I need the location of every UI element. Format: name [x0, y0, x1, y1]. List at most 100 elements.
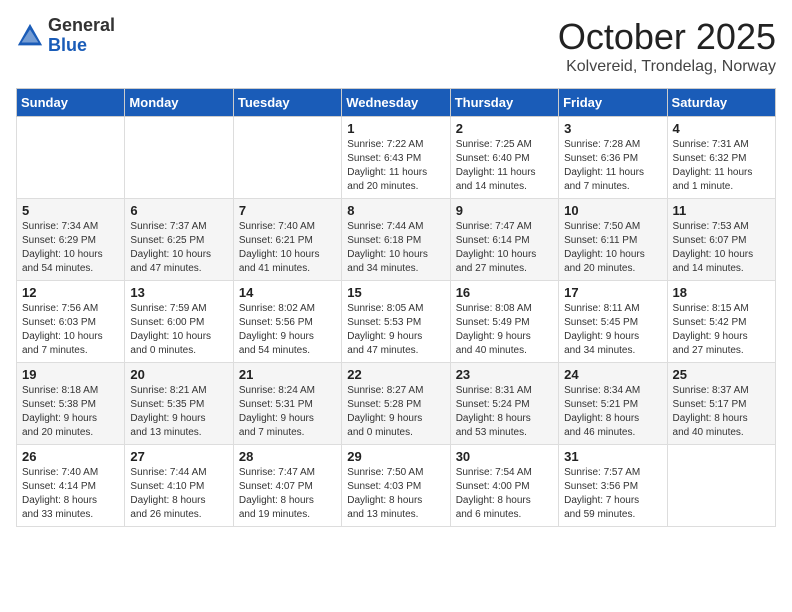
- cell-content: Sunrise: 8:02 AM Sunset: 5:56 PM Dayligh…: [239, 302, 336, 358]
- day-number: 30: [456, 449, 553, 464]
- day-number: 25: [673, 367, 770, 382]
- cell-content: Sunrise: 7:37 AM Sunset: 6:25 PM Dayligh…: [130, 220, 227, 276]
- cell-content: Sunrise: 7:47 AM Sunset: 4:07 PM Dayligh…: [239, 466, 336, 522]
- calendar-cell: [125, 117, 233, 199]
- day-number: 2: [456, 121, 553, 136]
- cell-content: Sunrise: 7:40 AM Sunset: 6:21 PM Dayligh…: [239, 220, 336, 276]
- calendar-cell: 31 Sunrise: 7:57 AM Sunset: 3:56 PM Dayli…: [559, 445, 667, 527]
- day-number: 31: [564, 449, 661, 464]
- calendar-cell: 10 Sunrise: 7:50 AM Sunset: 6:11 PM Dayli…: [559, 199, 667, 281]
- calendar-week-row: 12 Sunrise: 7:56 AM Sunset: 6:03 PM Dayli…: [17, 281, 776, 363]
- cell-content: Sunrise: 8:24 AM Sunset: 5:31 PM Dayligh…: [239, 384, 336, 440]
- calendar-cell: 18Sunrise: 8:15 AM Sunset: 5:42 PM Dayli…: [667, 281, 775, 363]
- day-number: 16: [456, 285, 553, 300]
- calendar-week-row: 19 Sunrise: 8:18 AM Sunset: 5:38 PM Dayli…: [17, 363, 776, 445]
- cell-content: Sunrise: 7:47 AM Sunset: 6:14 PM Dayligh…: [456, 220, 553, 276]
- calendar-cell: [17, 117, 125, 199]
- calendar-cell: 28Sunrise: 7:47 AM Sunset: 4:07 PM Dayli…: [233, 445, 341, 527]
- weekday-header: Friday: [559, 89, 667, 117]
- cell-content: Sunrise: 8:31 AM Sunset: 5:24 PM Dayligh…: [456, 384, 553, 440]
- day-number: 14: [239, 285, 336, 300]
- weekday-header: Thursday: [450, 89, 558, 117]
- day-number: 13: [130, 285, 227, 300]
- calendar-cell: 24Sunrise: 8:34 AM Sunset: 5:21 PM Dayli…: [559, 363, 667, 445]
- calendar-cell: 7 Sunrise: 7:40 AM Sunset: 6:21 PM Daylig…: [233, 199, 341, 281]
- calendar-cell: 11Sunrise: 7:53 AM Sunset: 6:07 PM Dayli…: [667, 199, 775, 281]
- cell-content: Sunrise: 7:31 AM Sunset: 6:32 PM Dayligh…: [673, 138, 770, 194]
- calendar-cell: 20Sunrise: 8:21 AM Sunset: 5:35 PM Dayli…: [125, 363, 233, 445]
- weekday-header: Wednesday: [342, 89, 450, 117]
- cell-content: Sunrise: 8:18 AM Sunset: 5:38 PM Dayligh…: [22, 384, 119, 440]
- cell-content: Sunrise: 7:22 AM Sunset: 6:43 PM Dayligh…: [347, 138, 444, 194]
- day-number: 3: [564, 121, 661, 136]
- calendar-week-row: 1 Sunrise: 7:22 AM Sunset: 6:43 PM Daylig…: [17, 117, 776, 199]
- calendar-cell: 14 Sunrise: 8:02 AM Sunset: 5:56 PM Dayli…: [233, 281, 341, 363]
- cell-content: Sunrise: 7:56 AM Sunset: 6:03 PM Dayligh…: [22, 302, 119, 358]
- weekday-header: Saturday: [667, 89, 775, 117]
- calendar-cell: 3Sunrise: 7:28 AM Sunset: 6:36 PM Daylig…: [559, 117, 667, 199]
- cell-content: Sunrise: 7:57 AM Sunset: 3:56 PM Dayligh…: [564, 466, 661, 522]
- calendar-cell: 15 Sunrise: 8:05 AM Sunset: 5:53 PM Dayli…: [342, 281, 450, 363]
- day-number: 5: [22, 203, 119, 218]
- page-header: General Blue October 2025 Kolvereid, Tro…: [16, 16, 776, 76]
- calendar-week-row: 5 Sunrise: 7:34 AM Sunset: 6:29 PM Daylig…: [17, 199, 776, 281]
- day-number: 27: [130, 449, 227, 464]
- calendar-cell: 17 Sunrise: 8:11 AM Sunset: 5:45 PM Dayli…: [559, 281, 667, 363]
- day-number: 6: [130, 203, 227, 218]
- calendar-cell: [233, 117, 341, 199]
- month-title: October 2025: [558, 16, 776, 58]
- calendar-cell: 21 Sunrise: 8:24 AM Sunset: 5:31 PM Dayli…: [233, 363, 341, 445]
- calendar-cell: 25 Sunrise: 8:37 AM Sunset: 5:17 PM Dayli…: [667, 363, 775, 445]
- calendar-cell: 12 Sunrise: 7:56 AM Sunset: 6:03 PM Dayli…: [17, 281, 125, 363]
- logo-icon: [16, 22, 44, 50]
- calendar-cell: 6 Sunrise: 7:37 AM Sunset: 6:25 PM Daylig…: [125, 199, 233, 281]
- logo-text: General Blue: [48, 16, 115, 56]
- cell-content: Sunrise: 7:44 AM Sunset: 4:10 PM Dayligh…: [130, 466, 227, 522]
- day-number: 10: [564, 203, 661, 218]
- day-number: 26: [22, 449, 119, 464]
- weekday-header-row: SundayMondayTuesdayWednesdayThursdayFrid…: [17, 89, 776, 117]
- cell-content: Sunrise: 7:44 AM Sunset: 6:18 PM Dayligh…: [347, 220, 444, 276]
- day-number: 21: [239, 367, 336, 382]
- day-number: 23: [456, 367, 553, 382]
- calendar-cell: 30 Sunrise: 7:54 AM Sunset: 4:00 PM Dayli…: [450, 445, 558, 527]
- calendar-cell: 22Sunrise: 8:27 AM Sunset: 5:28 PM Dayli…: [342, 363, 450, 445]
- day-number: 9: [456, 203, 553, 218]
- logo: General Blue: [16, 16, 115, 56]
- weekday-header: Monday: [125, 89, 233, 117]
- day-number: 29: [347, 449, 444, 464]
- cell-content: Sunrise: 8:11 AM Sunset: 5:45 PM Dayligh…: [564, 302, 661, 358]
- weekday-header: Tuesday: [233, 89, 341, 117]
- calendar-cell: 29Sunrise: 7:50 AM Sunset: 4:03 PM Dayli…: [342, 445, 450, 527]
- calendar-cell: 9 Sunrise: 7:47 AM Sunset: 6:14 PM Daylig…: [450, 199, 558, 281]
- day-number: 12: [22, 285, 119, 300]
- day-number: 17: [564, 285, 661, 300]
- calendar-cell: 23 Sunrise: 8:31 AM Sunset: 5:24 PM Dayli…: [450, 363, 558, 445]
- calendar-cell: 19 Sunrise: 8:18 AM Sunset: 5:38 PM Dayli…: [17, 363, 125, 445]
- day-number: 15: [347, 285, 444, 300]
- day-number: 1: [347, 121, 444, 136]
- calendar-table: SundayMondayTuesdayWednesdayThursdayFrid…: [16, 88, 776, 527]
- cell-content: Sunrise: 7:34 AM Sunset: 6:29 PM Dayligh…: [22, 220, 119, 276]
- calendar-cell: 4 Sunrise: 7:31 AM Sunset: 6:32 PM Daylig…: [667, 117, 775, 199]
- cell-content: Sunrise: 7:54 AM Sunset: 4:00 PM Dayligh…: [456, 466, 553, 522]
- day-number: 22: [347, 367, 444, 382]
- cell-content: Sunrise: 8:15 AM Sunset: 5:42 PM Dayligh…: [673, 302, 770, 358]
- day-number: 19: [22, 367, 119, 382]
- cell-content: Sunrise: 8:37 AM Sunset: 5:17 PM Dayligh…: [673, 384, 770, 440]
- calendar-cell: 26 Sunrise: 7:40 AM Sunset: 4:14 PM Dayli…: [17, 445, 125, 527]
- day-number: 7: [239, 203, 336, 218]
- cell-content: Sunrise: 7:50 AM Sunset: 6:11 PM Dayligh…: [564, 220, 661, 276]
- day-number: 11: [673, 203, 770, 218]
- day-number: 20: [130, 367, 227, 382]
- calendar-cell: 8Sunrise: 7:44 AM Sunset: 6:18 PM Daylig…: [342, 199, 450, 281]
- logo-blue: Blue: [48, 36, 115, 56]
- cell-content: Sunrise: 8:05 AM Sunset: 5:53 PM Dayligh…: [347, 302, 444, 358]
- cell-content: Sunrise: 7:25 AM Sunset: 6:40 PM Dayligh…: [456, 138, 553, 194]
- day-number: 4: [673, 121, 770, 136]
- cell-content: Sunrise: 7:40 AM Sunset: 4:14 PM Dayligh…: [22, 466, 119, 522]
- calendar-cell: 5 Sunrise: 7:34 AM Sunset: 6:29 PM Daylig…: [17, 199, 125, 281]
- calendar-cell: 2 Sunrise: 7:25 AM Sunset: 6:40 PM Daylig…: [450, 117, 558, 199]
- cell-content: Sunrise: 8:08 AM Sunset: 5:49 PM Dayligh…: [456, 302, 553, 358]
- cell-content: Sunrise: 7:59 AM Sunset: 6:00 PM Dayligh…: [130, 302, 227, 358]
